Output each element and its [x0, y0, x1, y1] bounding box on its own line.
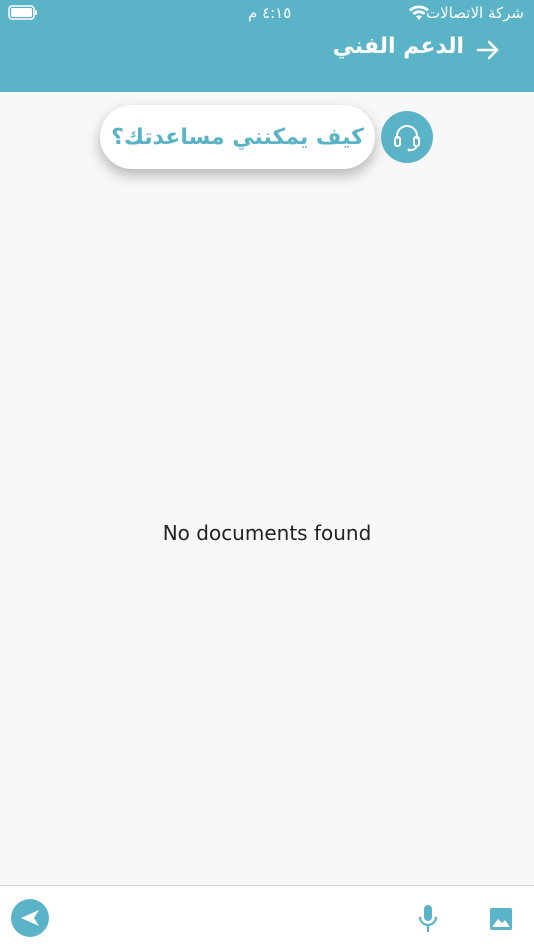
headset-icon: [394, 125, 420, 152]
battery-icon: [8, 5, 37, 20]
empty-state-message: No documents found: [162, 521, 372, 545]
image-icon[interactable]: [489, 907, 513, 931]
message-input-bar: [0, 885, 534, 950]
greeting-bubble: كيف يمكنني مساعدتك؟: [100, 105, 375, 169]
agent-avatar: [381, 111, 433, 163]
send-icon: [21, 910, 39, 926]
send-button[interactable]: [11, 899, 49, 937]
arrow-right-icon[interactable]: [474, 36, 502, 64]
status-bar: ٤:١٥ م شركة الاتصالات: [0, 0, 534, 26]
carrier-name: شركة الاتصالات: [426, 4, 524, 22]
greeting-message: كيف يمكنني مساعدتك؟: [100, 105, 435, 169]
greeting-text: كيف يمكنني مساعدتك؟: [111, 124, 364, 150]
status-time: ٤:١٥ م: [248, 4, 292, 22]
page-title: الدعم الفني: [332, 34, 464, 59]
app-header: ٤:١٥ م شركة الاتصالات الدعم الفني: [0, 0, 534, 92]
support-chat-screen: ٤:١٥ م شركة الاتصالات الدعم الفني كيف يم…: [0, 0, 534, 950]
title-row: الدعم الفني: [0, 30, 534, 70]
microphone-icon[interactable]: [416, 904, 440, 934]
